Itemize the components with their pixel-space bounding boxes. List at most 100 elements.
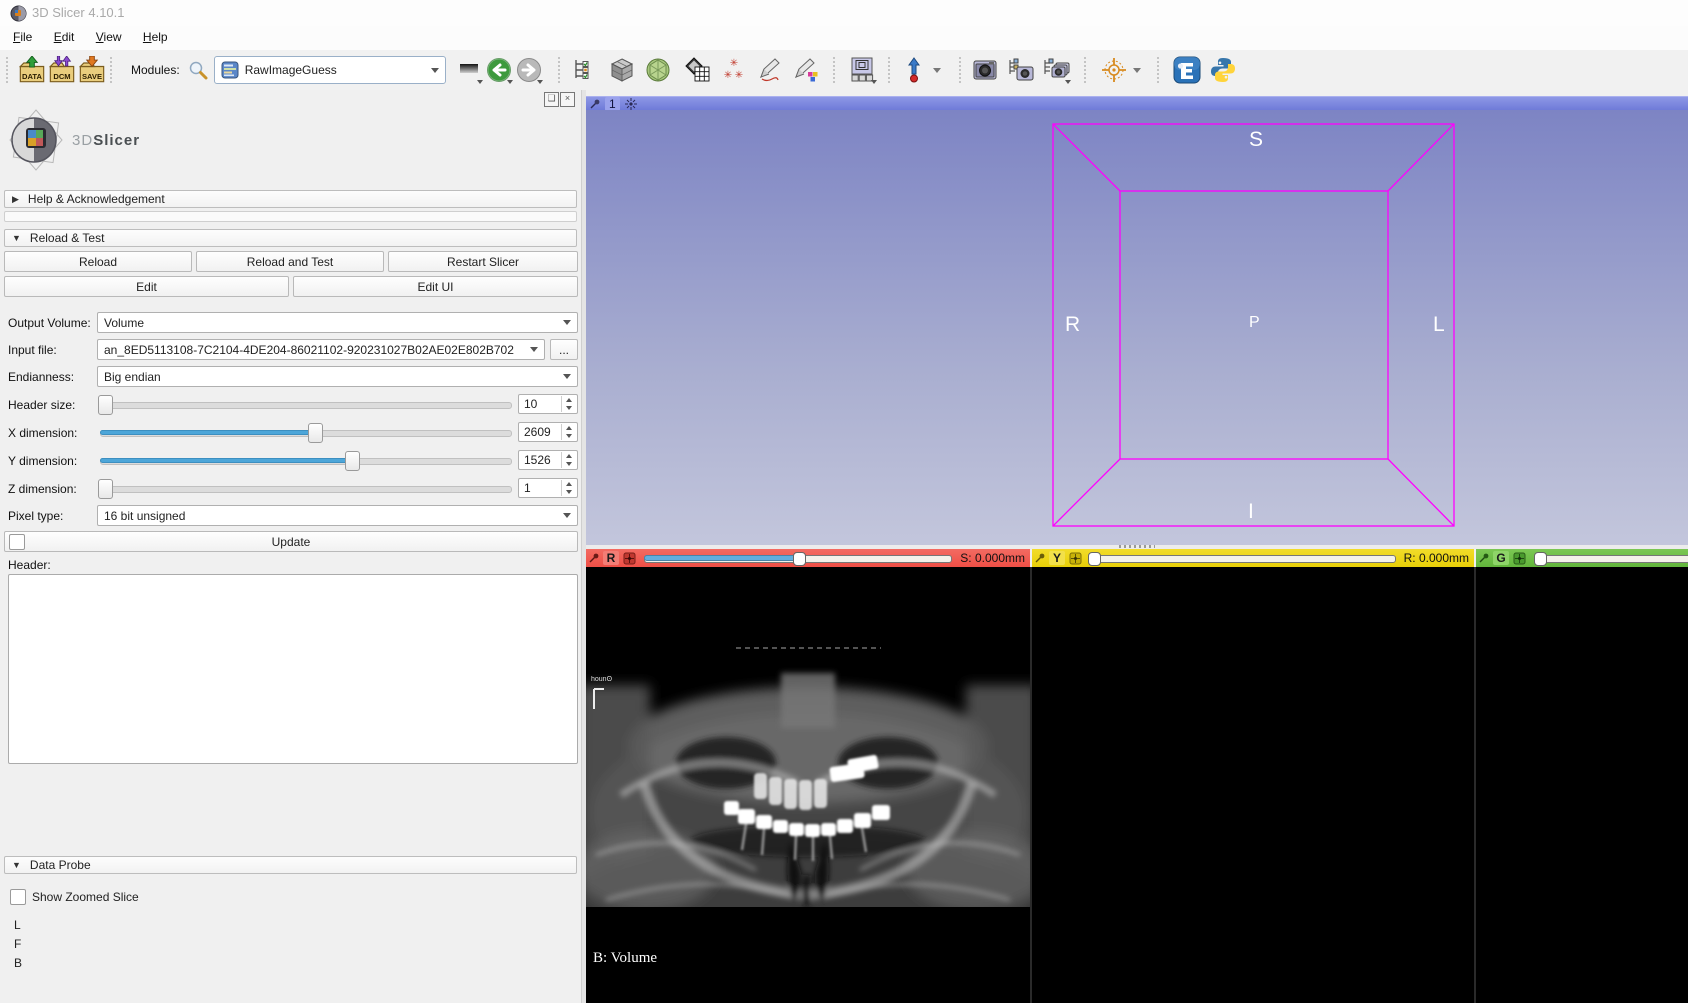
green-slice-slider[interactable]: [1534, 552, 1688, 564]
green-slice-view[interactable]: [1476, 567, 1688, 1003]
slice-link-icon[interactable]: [623, 552, 636, 565]
red-slice-view[interactable]: hounʘ B: Volume: [586, 567, 1030, 1003]
view-options-icon[interactable]: [625, 98, 637, 110]
update-checkbox[interactable]: [9, 534, 25, 550]
load-dicom-button[interactable]: DCM: [47, 55, 77, 85]
forward-button[interactable]: [514, 55, 544, 85]
pixel-type-combo[interactable]: 16 bit unsigned: [97, 505, 578, 526]
section-help-acknowledgement[interactable]: ▶ Help & Acknowledgement: [4, 190, 577, 208]
pin-icon[interactable]: [1479, 553, 1489, 563]
section-help-label: Help & Acknowledgement: [28, 192, 165, 206]
slider-handle[interactable]: [1088, 552, 1101, 566]
module-panel: ❏ × 3DSlicer ▶ Help & Acknowledgement: [0, 90, 581, 1003]
volumes-icon: [685, 57, 711, 83]
layout-button[interactable]: [848, 55, 878, 85]
header-size-spinbox[interactable]: 10: [518, 394, 578, 414]
menu-file[interactable]: File: [4, 26, 41, 48]
endianness-combo[interactable]: Big endian: [97, 366, 578, 387]
spin-down-button[interactable]: [562, 404, 576, 412]
slice-link-icon[interactable]: [1513, 552, 1526, 565]
edit-button[interactable]: Edit: [4, 276, 289, 297]
slider-track[interactable]: [1534, 555, 1688, 563]
slider-track[interactable]: [100, 402, 512, 409]
header-textarea[interactable]: [8, 574, 578, 764]
back-button[interactable]: [484, 55, 514, 85]
green-view-label[interactable]: G: [1493, 551, 1509, 565]
update-button[interactable]: Update: [4, 531, 578, 552]
module-selector[interactable]: RawImageGuess: [214, 56, 446, 84]
spin-down-button[interactable]: [562, 432, 576, 440]
pin-icon[interactable]: [590, 99, 600, 109]
interaction-mode-button[interactable]: [899, 55, 929, 85]
yellow-slice-offset: R: 0.000mm: [1404, 551, 1469, 565]
models-button[interactable]: [643, 55, 673, 85]
menu-view[interactable]: View: [87, 26, 131, 48]
y-dimension-spinbox[interactable]: 1526: [518, 450, 578, 470]
save-button[interactable]: SAVE: [77, 55, 107, 85]
pin-icon[interactable]: [589, 553, 599, 563]
x-dimension-slider[interactable]: [100, 422, 512, 442]
slider-track[interactable]: [1090, 555, 1396, 563]
panel-close-button[interactable]: ×: [560, 92, 575, 107]
load-data-button[interactable]: DATA: [17, 55, 47, 85]
yellow-slice-view[interactable]: [1032, 567, 1474, 1003]
section-reload-test[interactable]: ▼ Reload & Test: [4, 229, 577, 247]
reload-button[interactable]: Reload: [4, 251, 192, 272]
section-data-probe[interactable]: ▼ Data Probe: [4, 856, 577, 874]
xray-image: hounʘ: [586, 645, 1030, 907]
input-file-browse-button[interactable]: ...: [550, 339, 578, 360]
spin-up-button[interactable]: [562, 480, 576, 488]
z-dimension-slider[interactable]: [100, 478, 512, 498]
editor-button[interactable]: [791, 55, 821, 85]
slider-handle[interactable]: [793, 552, 806, 566]
show-zoomed-slice-checkbox[interactable]: [10, 889, 26, 905]
interaction-mode-dropdown[interactable]: [929, 55, 945, 85]
yellow-view-label[interactable]: Y: [1049, 551, 1065, 565]
y-dimension-slider[interactable]: [100, 450, 512, 470]
annotations-button[interactable]: [755, 55, 785, 85]
volume-rendering-button[interactable]: [607, 55, 637, 85]
threeD-view[interactable]: S R P L I: [586, 110, 1688, 545]
menu-edit[interactable]: Edit: [45, 26, 84, 48]
spin-down-button[interactable]: [562, 460, 576, 468]
screenshot-button[interactable]: [970, 55, 1000, 85]
slider-handle[interactable]: [308, 423, 323, 443]
red-view-label[interactable]: R: [603, 551, 619, 565]
slider-handle[interactable]: [345, 451, 360, 471]
scene-views-button[interactable]: [1042, 55, 1072, 85]
extensions-button[interactable]: [1172, 55, 1202, 85]
crosshair-dropdown[interactable]: [1129, 55, 1145, 85]
python-console-button[interactable]: [1208, 55, 1238, 85]
slider-handle[interactable]: [1534, 552, 1547, 566]
x-dimension-spinbox[interactable]: 2609: [518, 422, 578, 442]
output-volume-combo[interactable]: Volume: [97, 312, 578, 333]
panel-float-button[interactable]: ❏: [544, 92, 559, 107]
subject-hierarchy-button[interactable]: [569, 55, 599, 85]
app-icon: [10, 5, 27, 22]
module-history-button[interactable]: [454, 55, 484, 85]
crosshair-button[interactable]: [1099, 55, 1129, 85]
edit-ui-button[interactable]: Edit UI: [293, 276, 578, 297]
z-dimension-spinbox[interactable]: 1: [518, 478, 578, 498]
module-search-button[interactable]: [186, 55, 210, 85]
slider-handle[interactable]: [98, 479, 113, 499]
red-slice-slider[interactable]: [644, 552, 952, 564]
slider-track[interactable]: [100, 486, 512, 493]
volumes-button[interactable]: [683, 55, 713, 85]
menu-help[interactable]: Help: [134, 26, 177, 48]
pin-icon[interactable]: [1035, 553, 1045, 563]
reload-and-test-button[interactable]: Reload and Test: [196, 251, 384, 272]
spin-up-button[interactable]: [562, 452, 576, 460]
input-file-combo[interactable]: an_8ED5113108-7C2104-4DE204-86021102-920…: [97, 339, 545, 360]
spin-up-button[interactable]: [562, 396, 576, 404]
yellow-slice-slider[interactable]: [1090, 552, 1396, 564]
slice-link-icon[interactable]: [1069, 552, 1082, 565]
header-size-slider[interactable]: [100, 394, 512, 414]
slider-handle[interactable]: [98, 395, 113, 415]
spin-up-button[interactable]: [562, 424, 576, 432]
scene-view-button[interactable]: [1006, 55, 1036, 85]
restart-slicer-button[interactable]: Restart Slicer: [388, 251, 578, 272]
markups-button[interactable]: ✳✳✳: [719, 55, 749, 85]
output-volume-value: Volume: [104, 316, 144, 330]
spin-down-button[interactable]: [562, 488, 576, 496]
